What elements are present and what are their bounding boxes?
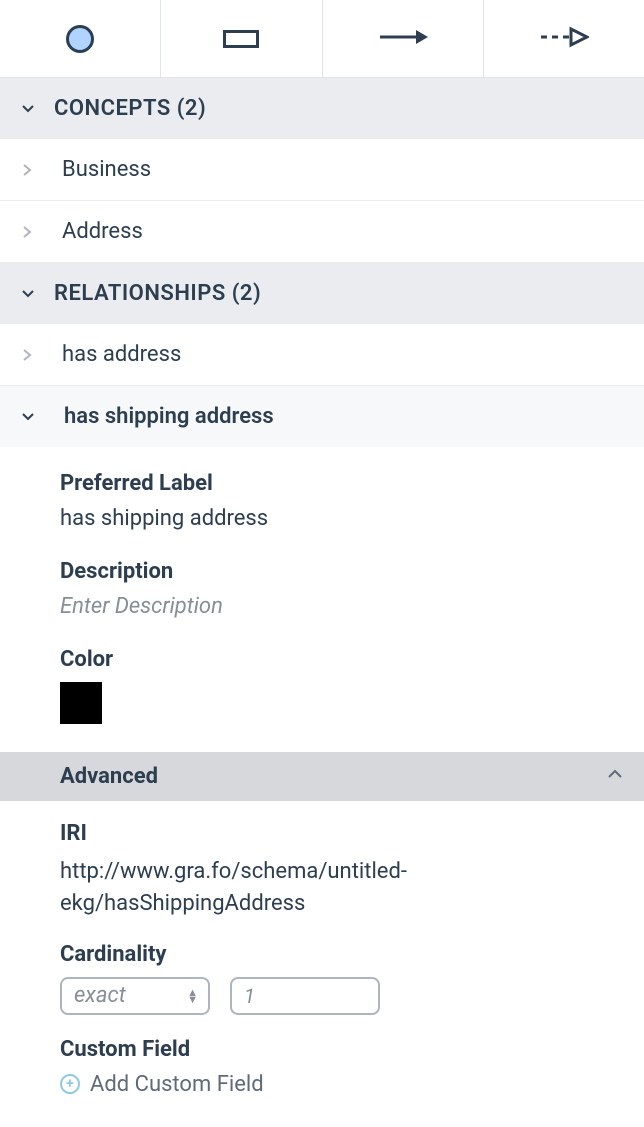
concept-item-business[interactable]: Business: [0, 139, 644, 201]
preferred-label-value[interactable]: has shipping address: [60, 506, 584, 531]
toolbar-circle[interactable]: [0, 0, 161, 77]
chevron-down-icon: [20, 409, 36, 425]
section-relationships-header[interactable]: RELATIONSHIPS (2): [0, 263, 644, 324]
toolbar-dashed-arrow[interactable]: [484, 0, 644, 77]
detail-panel: Preferred Label has shipping address Des…: [0, 447, 644, 724]
chevron-right-icon: [20, 348, 34, 362]
select-stepper-icon: ▲▼: [187, 989, 198, 1003]
preferred-label-title: Preferred Label: [60, 471, 584, 496]
description-placeholder[interactable]: Enter Description: [60, 594, 584, 619]
field-color: Color: [60, 647, 584, 724]
solid-arrow-icon: [378, 27, 428, 51]
field-description: Description Enter Description: [60, 559, 584, 619]
iri-value[interactable]: http://www.gra.fo/schema/untitled-ekg/ha…: [60, 856, 584, 920]
concept-item-address[interactable]: Address: [0, 201, 644, 263]
section-concepts-label: CONCEPTS (2): [54, 96, 206, 121]
concept-item-label: Address: [62, 219, 143, 244]
toolbar-rectangle[interactable]: [161, 0, 322, 77]
circle-icon: [66, 25, 94, 53]
advanced-body: IRI http://www.gra.fo/schema/untitled-ek…: [0, 801, 644, 1127]
toolbar: [0, 0, 644, 78]
iri-title: IRI: [60, 821, 584, 846]
advanced-title: Advanced: [60, 764, 158, 789]
dashed-arrow-icon: [539, 26, 589, 52]
add-custom-field-button[interactable]: + Add Custom Field: [60, 1072, 584, 1097]
description-title: Description: [60, 559, 584, 584]
relationship-item-label: has address: [62, 342, 181, 367]
chevron-up-icon: [606, 764, 624, 789]
plus-circle-icon: +: [60, 1074, 80, 1094]
section-concepts-header[interactable]: CONCEPTS (2): [0, 78, 644, 139]
field-cardinality: Cardinality exact ▲▼: [60, 942, 584, 1015]
field-iri: IRI http://www.gra.fo/schema/untitled-ek…: [60, 821, 584, 920]
concept-item-label: Business: [62, 157, 151, 182]
custom-field-title: Custom Field: [60, 1037, 584, 1062]
chevron-right-icon: [20, 163, 34, 177]
color-swatch[interactable]: [60, 682, 102, 724]
section-relationships-label: RELATIONSHIPS (2): [54, 281, 261, 306]
field-preferred-label: Preferred Label has shipping address: [60, 471, 584, 531]
cardinality-mode-value: exact: [74, 983, 126, 1008]
toolbar-solid-arrow[interactable]: [323, 0, 484, 77]
cardinality-mode-select[interactable]: exact ▲▼: [60, 977, 210, 1015]
field-custom: Custom Field + Add Custom Field: [60, 1037, 584, 1097]
color-title: Color: [60, 647, 584, 672]
cardinality-title: Cardinality: [60, 942, 584, 967]
rectangle-icon: [223, 30, 259, 48]
add-custom-field-label: Add Custom Field: [90, 1072, 264, 1097]
advanced-header[interactable]: Advanced: [0, 752, 644, 801]
cardinality-value-input[interactable]: [230, 977, 380, 1015]
relationship-item-label: has shipping address: [64, 404, 274, 429]
chevron-down-icon: [20, 101, 36, 117]
relationship-item-has-shipping-address[interactable]: has shipping address: [0, 386, 644, 447]
chevron-right-icon: [20, 225, 34, 239]
relationship-item-has-address[interactable]: has address: [0, 324, 644, 386]
chevron-down-icon: [20, 286, 36, 302]
